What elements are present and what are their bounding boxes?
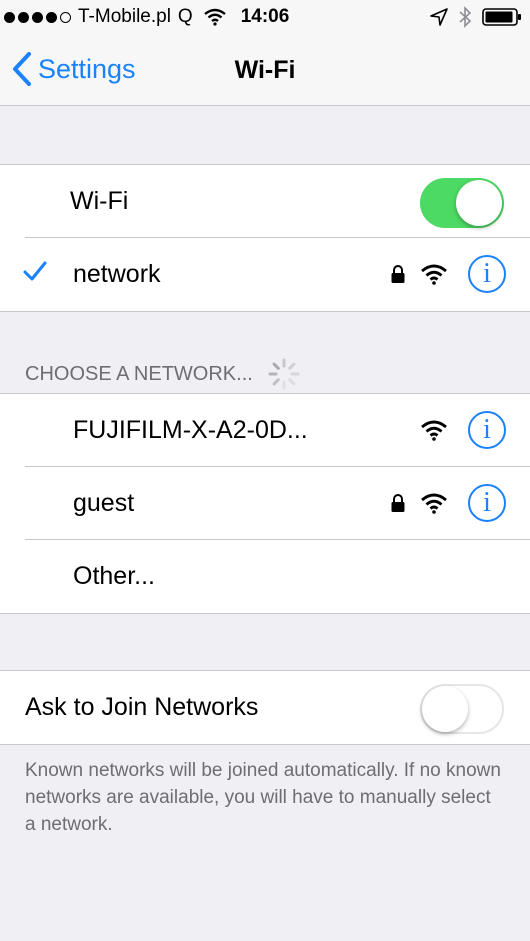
connected-network-row[interactable]: network i — [0, 238, 530, 311]
page-title: Wi-Fi — [234, 56, 296, 84]
lock-icon — [391, 265, 405, 283]
network-name: guest — [73, 489, 135, 517]
battery-icon — [482, 8, 521, 26]
info-button-fujifilm[interactable]: i — [468, 411, 506, 449]
network-icons: i — [420, 411, 506, 449]
network-icons: i — [390, 484, 506, 522]
ask-to-join-toggle-knob — [422, 686, 468, 732]
network-name: FUJIFILM-X-A2-0D... — [73, 416, 308, 444]
connected-network-icons: i — [390, 255, 506, 293]
ask-to-join-group: Ask to Join Networks — [0, 670, 530, 745]
location-arrow-icon — [430, 8, 448, 26]
ask-to-join-description: Known networks will be joined automatica… — [25, 760, 501, 835]
wifi-toggle-knob — [456, 180, 502, 226]
wifi-signal-icon — [421, 493, 447, 514]
status-bar-right — [430, 6, 522, 28]
other-network-label: Other... — [73, 562, 155, 590]
network-row[interactable]: FUJIFILM-X-A2-0D... i — [0, 394, 530, 467]
networks-group: FUJIFILM-X-A2-0D... i guest i Other... — [0, 393, 530, 614]
wifi-signal-icon — [421, 420, 447, 441]
wifi-group: Wi-Fi network i — [0, 164, 530, 312]
other-network-row[interactable]: Other... — [0, 540, 530, 613]
connected-network-name: network — [73, 260, 161, 288]
wifi-toggle-label: Wi-Fi — [70, 187, 129, 215]
lock-icon — [391, 494, 405, 512]
wifi-toggle-row: Wi-Fi — [0, 165, 530, 238]
ask-to-join-label: Ask to Join Networks — [25, 693, 259, 721]
bluetooth-icon — [459, 6, 472, 28]
loading-spinner-icon — [268, 358, 300, 390]
checkmark-icon — [23, 261, 47, 281]
ask-to-join-row: Ask to Join Networks — [0, 671, 530, 744]
info-button-network[interactable]: i — [468, 255, 506, 293]
ask-to-join-toggle[interactable] — [420, 684, 504, 734]
choose-network-header: CHOOSE A NETWORK... — [25, 357, 301, 391]
wifi-toggle[interactable] — [420, 178, 504, 228]
info-button-guest[interactable]: i — [468, 484, 506, 522]
network-row[interactable]: guest i — [0, 467, 530, 540]
status-bar: T-Mobile.pl Q 14:06 — [0, 0, 530, 36]
choose-network-header-text: CHOOSE A NETWORK... — [25, 362, 253, 385]
navigation-bar: Settings Wi-Fi — [0, 36, 530, 106]
wifi-signal-icon — [421, 264, 447, 285]
